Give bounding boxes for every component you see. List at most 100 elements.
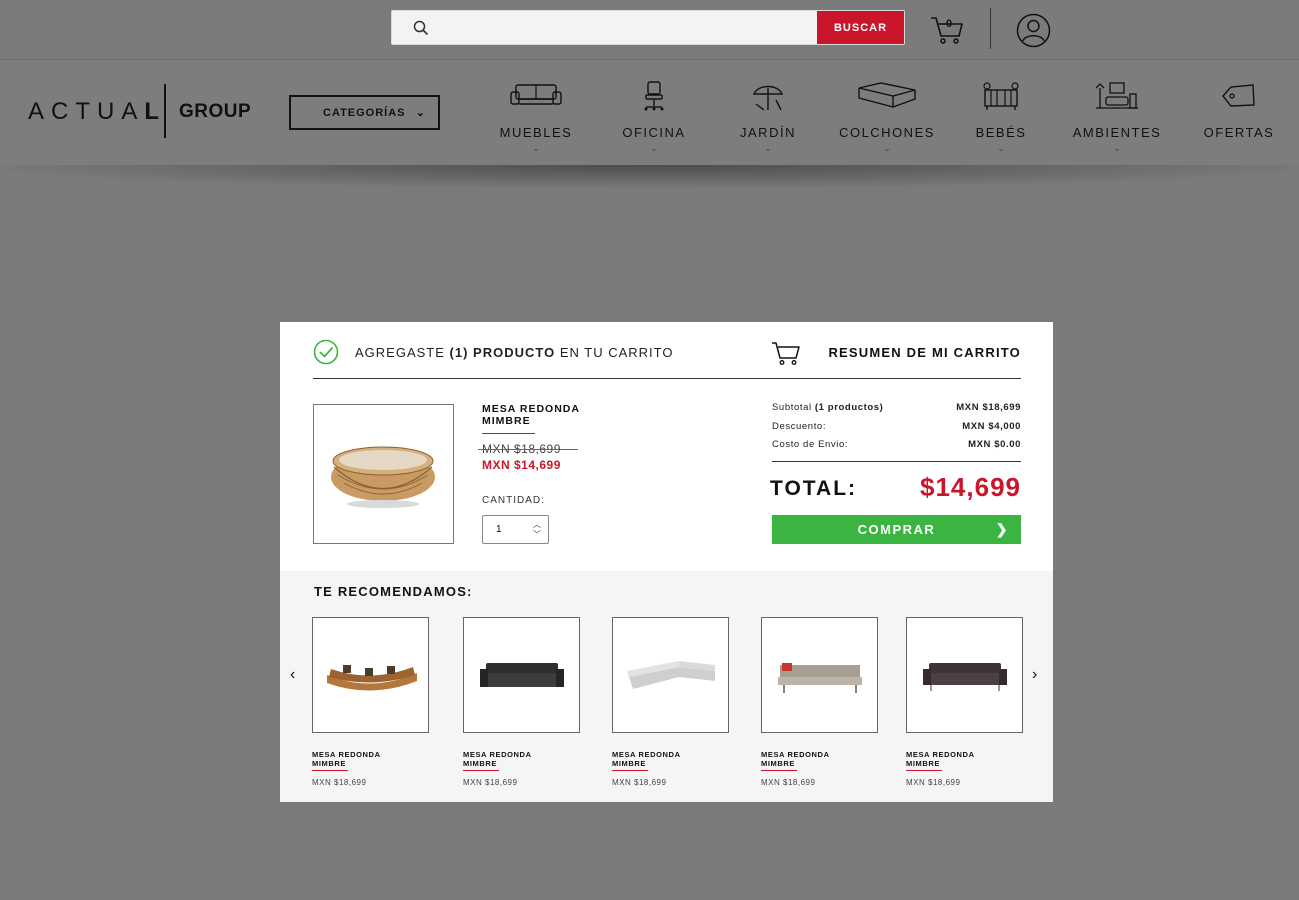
logo-divider xyxy=(164,84,166,138)
brown-sofa-image xyxy=(922,663,1007,691)
search-icon xyxy=(413,20,429,36)
shipping-row: Costo de Envio: MXN $0.00 xyxy=(772,439,1021,450)
discount-value: MXN $4,000 xyxy=(962,421,1021,432)
recommendation-name[interactable]: MESA REDONDA MIMBRE xyxy=(761,750,861,768)
quantity-value[interactable]: 1 xyxy=(496,524,502,535)
cart-summary-title: RESUMEN DE MI CARRITO xyxy=(828,345,1021,360)
buy-label: COMPRAR xyxy=(857,522,936,537)
recommendation-card[interactable]: MESA REDONDA MIMBRE MXN $18,699 xyxy=(761,617,878,787)
nav-item-muebles[interactable]: MUEBLES ⌄ xyxy=(481,80,591,160)
added-message: AGREGASTE (1) PRODUCTO EN TU CARRITO xyxy=(355,345,673,360)
recommendation-card[interactable]: MESA REDONDA MIMBRE MXN $18,699 xyxy=(312,617,429,787)
nav-label: MUEBLES xyxy=(499,125,573,140)
name-underline xyxy=(312,770,348,771)
nav-item-jardin[interactable]: JARDÍN ⌄ xyxy=(713,80,823,160)
nav-label: JARDÍN xyxy=(740,125,796,140)
summary-divider xyxy=(772,461,1021,462)
product-image[interactable] xyxy=(612,617,729,733)
subtotal-label: Subtotal xyxy=(772,402,812,413)
total-label: TOTAL: xyxy=(770,477,858,500)
chevron-down-icon[interactable]: ﹀ xyxy=(533,531,541,539)
recommendation-price: MXN $18,699 xyxy=(906,778,961,787)
recommendation-name[interactable]: MESA REDONDA MIMBRE xyxy=(312,750,412,768)
product-image[interactable] xyxy=(312,617,429,733)
sofa-icon xyxy=(510,84,562,105)
name-underline xyxy=(761,770,797,771)
caret-down-icon: ⌄ xyxy=(650,143,658,153)
cart-added-modal: AGREGASTE (1) PRODUCTO EN TU CARRITO RES… xyxy=(280,322,1053,802)
recommendation-card[interactable]: MESA REDONDA MIMBRE MXN $18,699 xyxy=(906,617,1023,787)
caret-down-icon: ⌄ xyxy=(997,143,1005,153)
quantity-label: CANTIDAD: xyxy=(482,495,545,506)
added-count: (1) PRODUCTO xyxy=(449,345,556,360)
product-sale-price: MXN $14,699 xyxy=(482,458,561,472)
subtotal-row: Subtotal (1 productos) MXN $18,699 xyxy=(772,402,1021,413)
nav-item-ambientes[interactable]: AMBIENTES ⌄ xyxy=(1062,80,1172,160)
product-image[interactable] xyxy=(463,617,580,733)
nav-item-colchones[interactable]: COLCHONES ⌄ xyxy=(832,80,942,160)
recommendation-card[interactable]: MESA REDONDA MIMBRE MXN $18,699 xyxy=(463,617,580,787)
recommendation-price: MXN $18,699 xyxy=(612,778,667,787)
recommendation-name[interactable]: MESA REDONDA MIMBRE xyxy=(463,750,563,768)
shipping-value: MXN $0.00 xyxy=(968,439,1021,450)
recommendation-card[interactable]: MESA REDONDA MIMBRE MXN $18,699 xyxy=(612,617,729,787)
office-chair-icon xyxy=(644,81,664,111)
recommendations-title: TE RECOMENDAMOS: xyxy=(314,584,473,599)
recommendations-section: TE RECOMENDAMOS: ‹ › MESA REDONDA MIMBRE… xyxy=(280,571,1053,802)
buy-button[interactable]: COMPRAR ❯ xyxy=(772,515,1021,544)
product-name[interactable]: MESA REDONDA MIMBRE xyxy=(482,403,602,427)
recommendation-name[interactable]: MESA REDONDA MIMBRE xyxy=(906,750,1006,768)
crib-icon xyxy=(983,82,1019,110)
added-prefix: AGREGASTE xyxy=(355,345,445,360)
caret-down-icon: ⌄ xyxy=(1113,143,1121,153)
recommendation-price: MXN $18,699 xyxy=(761,778,816,787)
curved-sofa-image xyxy=(326,665,417,691)
name-underline xyxy=(463,770,499,771)
search-input[interactable] xyxy=(438,15,808,41)
mattress-icon xyxy=(858,82,916,108)
black-sofa-image xyxy=(479,663,564,687)
nav-item-bebes[interactable]: BEBÉS ⌄ xyxy=(946,80,1056,160)
chevron-down-icon: ⌄ xyxy=(415,107,426,119)
caret-down-icon: ⌄ xyxy=(883,143,891,153)
search-button[interactable]: BUSCAR xyxy=(817,11,904,44)
nav-item-oficina[interactable]: OFICINA ⌄ xyxy=(599,80,709,160)
chevron-up-icon[interactable]: ︿ xyxy=(533,521,541,529)
carousel-prev-icon[interactable]: ‹ xyxy=(290,666,295,684)
modal-header: AGREGASTE (1) PRODUCTO EN TU CARRITO RES… xyxy=(313,339,1021,379)
logo-group[interactable]: GROUP xyxy=(179,101,251,123)
product-image xyxy=(313,404,454,544)
nav-item-ofertas[interactable]: OFERTAS xyxy=(1184,80,1294,160)
nav-label: OFERTAS xyxy=(1203,125,1275,140)
wicker-table-image xyxy=(331,446,435,508)
name-underline xyxy=(906,770,942,771)
discount-label: Descuento: xyxy=(772,421,827,432)
chevron-right-icon: ❯ xyxy=(995,521,1009,537)
nav-label: BEBÉS xyxy=(975,125,1027,140)
sectional-sofa-image xyxy=(626,661,715,689)
name-underline xyxy=(612,770,648,771)
logo-actual[interactable]: ACTUAL xyxy=(28,98,166,126)
product-image[interactable] xyxy=(906,617,1023,733)
quantity-stepper[interactable]: 1 ︿ ﹀ xyxy=(482,515,549,544)
room-icon xyxy=(1095,82,1138,109)
beige-sofa-image xyxy=(777,663,862,693)
recommendation-price: MXN $18,699 xyxy=(312,778,367,787)
nav-label: AMBIENTES xyxy=(1072,125,1162,140)
divider xyxy=(990,8,991,49)
user-account-icon[interactable] xyxy=(1016,13,1051,48)
recommendation-name[interactable]: MESA REDONDA MIMBRE xyxy=(612,750,712,768)
subtotal-value: MXN $18,699 xyxy=(956,402,1021,413)
tag-icon xyxy=(1222,84,1255,107)
product-image[interactable] xyxy=(761,617,878,733)
added-suffix: EN TU CARRITO xyxy=(559,345,674,360)
garden-umbrella-icon xyxy=(752,85,784,111)
navbar-shadow xyxy=(0,165,1299,205)
nav-label: COLCHONES xyxy=(839,125,935,140)
top-bar: BUSCAR 0 xyxy=(0,0,1299,59)
categories-dropdown[interactable]: CATEGORÍAS ⌄ xyxy=(289,95,440,130)
cart-count-badge: 0 xyxy=(946,18,953,30)
shipping-label: Costo de Envio: xyxy=(772,439,849,450)
carousel-next-icon[interactable]: › xyxy=(1032,666,1037,684)
caret-down-icon: ⌄ xyxy=(532,143,540,153)
